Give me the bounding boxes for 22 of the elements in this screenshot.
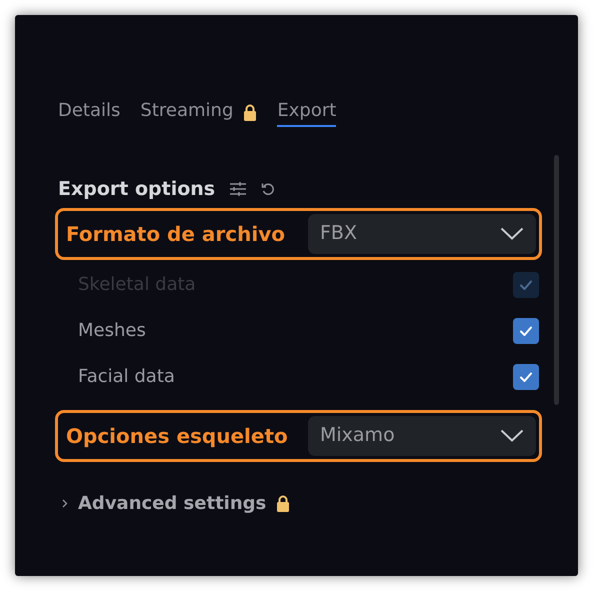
checkbox[interactable]: [513, 364, 539, 390]
chevron-down-icon: [500, 429, 524, 442]
tab[interactable]: Details: [58, 97, 120, 127]
field-label: Formato de archivo: [66, 220, 285, 248]
tab[interactable]: Streaming: [140, 97, 234, 127]
dropdown[interactable]: FBX: [308, 214, 536, 254]
scrollbar[interactable]: [554, 155, 559, 405]
tab[interactable]: Export: [277, 97, 336, 127]
sliders-icon[interactable]: [229, 181, 248, 198]
chevron-down-icon: [500, 227, 524, 240]
checkbox-label: Facial data: [78, 365, 175, 389]
chevron-right-icon[interactable]: [62, 498, 68, 508]
dropdown[interactable]: Mixamo: [308, 416, 536, 456]
expander[interactable]: Advanced settings: [78, 490, 266, 516]
checkbox[interactable]: [513, 318, 539, 344]
reset-icon[interactable]: [261, 182, 276, 196]
section-heading: Export options: [58, 177, 216, 202]
checkbox-label: Meshes: [78, 319, 146, 343]
field-label: Opciones esqueleto: [66, 422, 288, 450]
checkmark-icon: [519, 370, 533, 382]
checkmark-icon: [519, 324, 533, 336]
checkmark-icon: [519, 278, 533, 290]
